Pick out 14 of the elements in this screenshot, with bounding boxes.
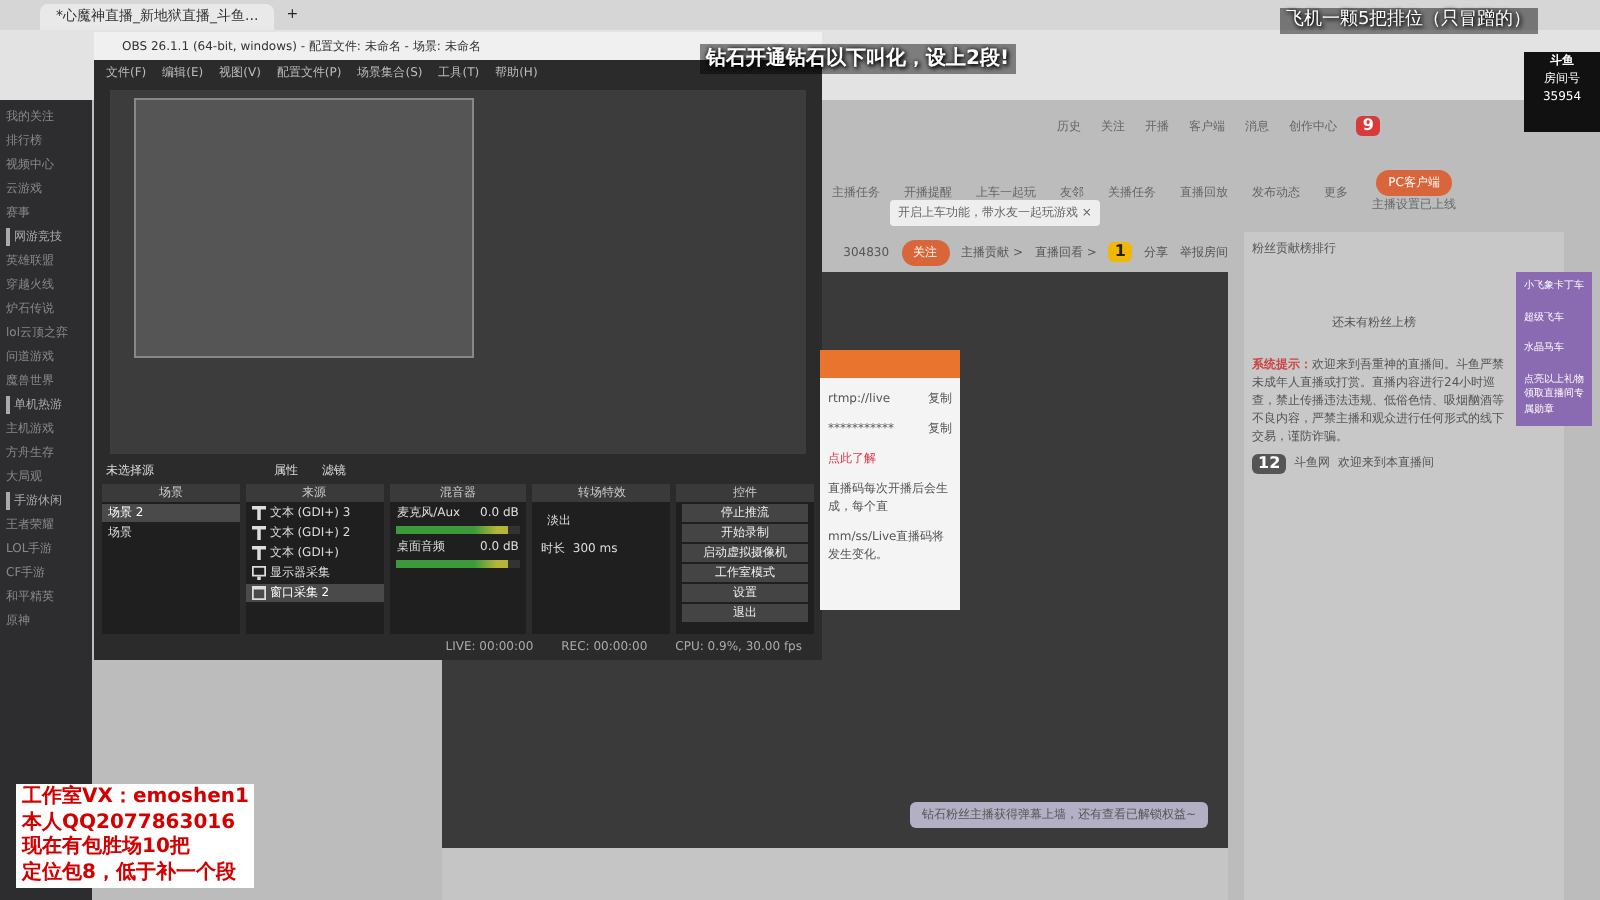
overlay-text: 飞机一颗5把排位（只冒蹭的） [1286, 8, 1532, 34]
level-badge: 1 [1108, 242, 1132, 262]
dialog-header [820, 350, 960, 378]
promo-line: 现在有包胜场10把 [22, 836, 192, 860]
promo-line: 定位包8，低于补一个段 [22, 861, 238, 886]
text-icon [251, 505, 266, 520]
notification-badge: 9 [1356, 116, 1380, 136]
text-icon [251, 545, 266, 560]
user-level-badge: 12 [1252, 454, 1287, 474]
window-icon [251, 585, 266, 600]
promo-line: 本人QQ2077863016 [22, 811, 238, 835]
text-icon [251, 525, 266, 540]
monitor-icon [251, 565, 266, 580]
promo-line: 工作室VX：emoshen1 [22, 786, 249, 811]
